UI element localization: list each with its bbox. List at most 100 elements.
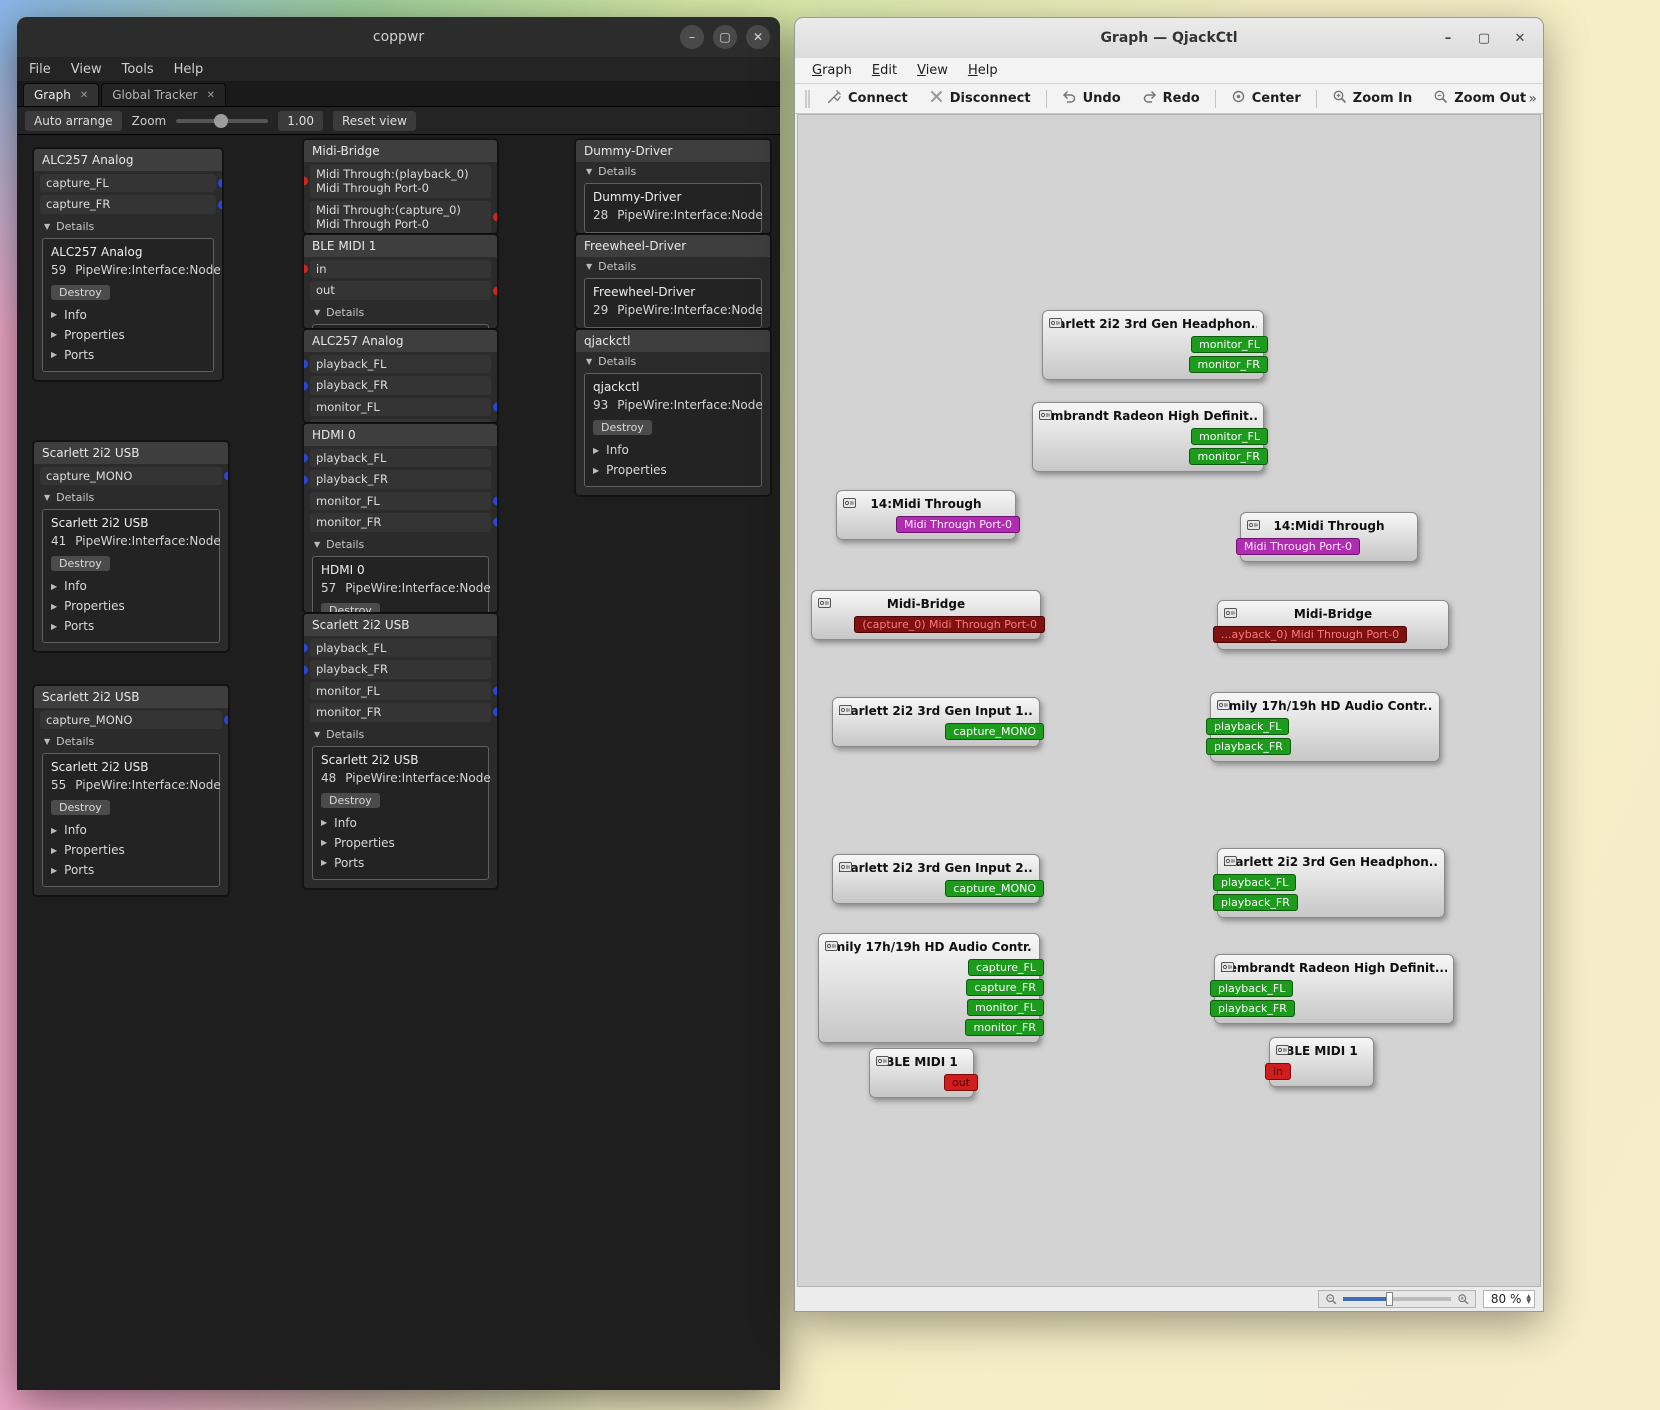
section-info[interactable]: ▶ Info <box>51 820 211 840</box>
details-toggle[interactable]: ▼ Details <box>304 535 497 554</box>
port-capture-fr[interactable]: capture_FR <box>966 979 1044 996</box>
port-capture-fl[interactable]: capture_FL <box>967 959 1044 976</box>
port-dot-blue-icon[interactable] <box>304 665 308 675</box>
qjackctl-canvas[interactable]: Scarlett 2i2 3rd Gen Headphon... monitor_… <box>797 114 1541 1287</box>
port-row-monitor-fr[interactable]: monitor_FR <box>310 513 497 532</box>
disconnect-button[interactable]: Disconnect <box>920 86 1040 111</box>
port-row-capture-fl[interactable]: capture_FL <box>40 174 222 193</box>
port-capture-0-midi-through-port-0[interactable]: (capture_0) Midi Through Port-0 <box>854 616 1045 633</box>
section-ports[interactable]: ▶ Ports <box>51 345 205 365</box>
details-toggle[interactable]: ▼ Details <box>304 303 497 322</box>
port-ayback-0-midi-through-port-0[interactable]: ...ayback_0) Midi Through Port-0 <box>1213 626 1408 643</box>
port-row-playback-fr[interactable]: playback_FR <box>304 660 491 679</box>
port-row-monitor-fl[interactable]: monitor_FL <box>310 397 497 417</box>
graph-node-14-midi-through[interactable]: 14:Midi Through Midi Through Port-0 <box>836 490 1020 540</box>
port-dot-blue-icon[interactable] <box>224 471 228 481</box>
coppwr-graph-area[interactable]: ALC257 Analog capture_FL capture_FR ▼ Detail… <box>17 135 780 1390</box>
port-monitor-fl[interactable]: monitor_FL <box>1191 336 1268 353</box>
section-info[interactable]: ▶ Info <box>51 305 205 325</box>
destroy-button[interactable]: Destroy <box>51 556 110 572</box>
port-playback-fl[interactable]: playback_FL <box>1213 874 1297 891</box>
toolbar-overflow-icon[interactable]: » <box>1528 91 1537 107</box>
details-toggle[interactable]: ▼ Details <box>576 257 770 276</box>
port-dot-blue-icon[interactable] <box>304 643 308 653</box>
port-dot-blue-icon[interactable] <box>304 475 308 485</box>
port-row-in[interactable]: in <box>304 260 491 279</box>
section-ports[interactable]: ▶ Ports <box>51 616 211 636</box>
port-row-playback-fr[interactable]: playback_FR <box>304 376 491 395</box>
port-monitor-fr[interactable]: monitor_FR <box>1189 448 1268 465</box>
section-properties[interactable]: ▶ Properties <box>51 840 211 860</box>
port-row-playback-fr[interactable]: playback_FR <box>304 470 491 489</box>
graph-node-14-midi-through[interactable]: 14:Midi Through Midi Through Port-0 <box>1236 512 1418 562</box>
port-dot-blue-icon[interactable] <box>218 200 222 210</box>
minimize-icon[interactable]: – <box>1439 31 1457 46</box>
port-dot-blue-icon[interactable] <box>218 178 222 188</box>
port-playback-fr[interactable]: playback_FR <box>1206 738 1291 755</box>
port-dot-blue-icon[interactable] <box>493 707 497 717</box>
auto-arrange-button[interactable]: Auto arrange <box>25 110 122 131</box>
graph-node-family-17h-19h-hd-audio-contr[interactable]: Family 17h/19h HD Audio Contr... capture_… <box>818 933 1044 1043</box>
graph-node-scarlett-2i2-3rd-gen-input-1[interactable]: Scarlett 2i2 3rd Gen Input 1... capture_M… <box>832 697 1044 747</box>
port-capture-mono[interactable]: capture_MONO <box>945 723 1044 740</box>
port-row-playback-fl[interactable]: playback_FL <box>304 449 491 468</box>
details-toggle[interactable]: ▼ Details <box>34 488 228 507</box>
port-row-playback-fl[interactable]: playback_FL <box>304 355 491 374</box>
zoom-out-icon[interactable] <box>1325 1290 1337 1309</box>
tab-close-icon[interactable]: ✕ <box>207 90 215 101</box>
port-dot-blue-icon[interactable] <box>304 381 308 391</box>
port-playback-fr[interactable]: playback_FR <box>1210 1000 1295 1017</box>
section-properties[interactable]: ▶ Properties <box>51 325 205 345</box>
port-monitor-fl[interactable]: monitor_FL <box>967 999 1044 1016</box>
menu-graph[interactable]: Graph <box>803 60 861 81</box>
toolbar-grip-handle[interactable] <box>805 89 810 108</box>
port-row-midi-through-capture-0[interactable]: Midi Through:(capture_0) Midi Through Por… <box>310 200 497 233</box>
connect-button[interactable]: Connect <box>818 86 917 111</box>
port-row-monitor-fl[interactable]: monitor_FL <box>310 491 497 511</box>
minimize-icon[interactable]: – <box>680 25 704 49</box>
port-row-out[interactable]: out <box>310 281 497 300</box>
details-toggle[interactable]: ▼ Details <box>576 352 770 371</box>
section-info[interactable]: ▶ Info <box>321 813 480 833</box>
port-playback-fr[interactable]: playback_FR <box>1213 894 1298 911</box>
zoom-slider-knob[interactable] <box>214 113 229 128</box>
spinner-arrows[interactable]: ▲ ▼ <box>1526 1294 1531 1305</box>
section-properties[interactable]: ▶ Properties <box>593 460 753 480</box>
port-monitor-fr[interactable]: monitor_FR <box>965 1019 1044 1036</box>
port-dot-blue-icon[interactable] <box>304 359 308 369</box>
port-row-capture-mono[interactable]: capture_MONO <box>40 467 228 486</box>
section-ports[interactable]: ▶ Ports <box>321 853 480 873</box>
port-dot-blue-icon[interactable] <box>493 496 497 506</box>
maximize-icon[interactable]: ▢ <box>1475 31 1493 46</box>
menu-help[interactable]: Help <box>959 60 1007 81</box>
port-row-monitor-fr[interactable]: monitor_FR <box>310 703 497 722</box>
details-toggle[interactable]: ▼ Details <box>34 217 222 236</box>
zoom-slider[interactable] <box>176 113 269 128</box>
port-dot-red-icon[interactable] <box>493 212 497 222</box>
zoom-slider-thumb[interactable] <box>1386 1292 1394 1306</box>
menu-tools[interactable]: Tools <box>122 62 154 77</box>
port-dot-blue-icon[interactable] <box>224 715 228 725</box>
port-capture-mono[interactable]: capture_MONO <box>945 880 1044 897</box>
graph-node-family-17h-19h-hd-audio-contr[interactable]: Family 17h/19h HD Audio Contr... playback… <box>1206 692 1440 762</box>
graph-node-scarlett-2i2-3rd-gen-headphon[interactable]: Scarlett 2i2 3rd Gen Headphon... monitor_… <box>1042 310 1268 380</box>
details-toggle[interactable]: ▼ Details <box>304 725 497 744</box>
maximize-icon[interactable]: ▢ <box>713 25 737 49</box>
port-midi-through-port-0[interactable]: Midi Through Port-0 <box>896 516 1020 533</box>
graph-node-midi-bridge[interactable]: Midi-Bridge ...ayback_0) Midi Through Por… <box>1213 600 1449 650</box>
spin-down-icon[interactable]: ▼ <box>1526 1299 1531 1305</box>
port-dot-red-icon[interactable] <box>304 264 308 274</box>
destroy-button[interactable]: Destroy <box>321 792 380 808</box>
node-header[interactable]: Freewheel-Driver <box>576 235 770 257</box>
menu-view[interactable]: View <box>908 60 957 81</box>
node-header[interactable]: Scarlett 2i2 USB <box>304 614 497 636</box>
port-row-playback-fl[interactable]: playback_FL <box>304 639 491 658</box>
section-info[interactable]: ▶ Info <box>51 576 211 596</box>
port-row-capture-fr[interactable]: capture_FR <box>40 195 222 214</box>
node-header[interactable]: ALC257 Analog <box>34 149 222 171</box>
reset-view-button[interactable]: Reset view <box>332 110 416 131</box>
node-header[interactable]: Scarlett 2i2 USB <box>34 442 228 464</box>
graph-node-ble-midi-1[interactable]: BLE MIDI 1 in <box>1265 1037 1374 1087</box>
graph-node-scarlett-2i2-3rd-gen-headphon[interactable]: Scarlett 2i2 3rd Gen Headphon... playback… <box>1213 848 1445 918</box>
tab-global-tracker[interactable]: Global Tracker ✕ <box>101 83 226 106</box>
